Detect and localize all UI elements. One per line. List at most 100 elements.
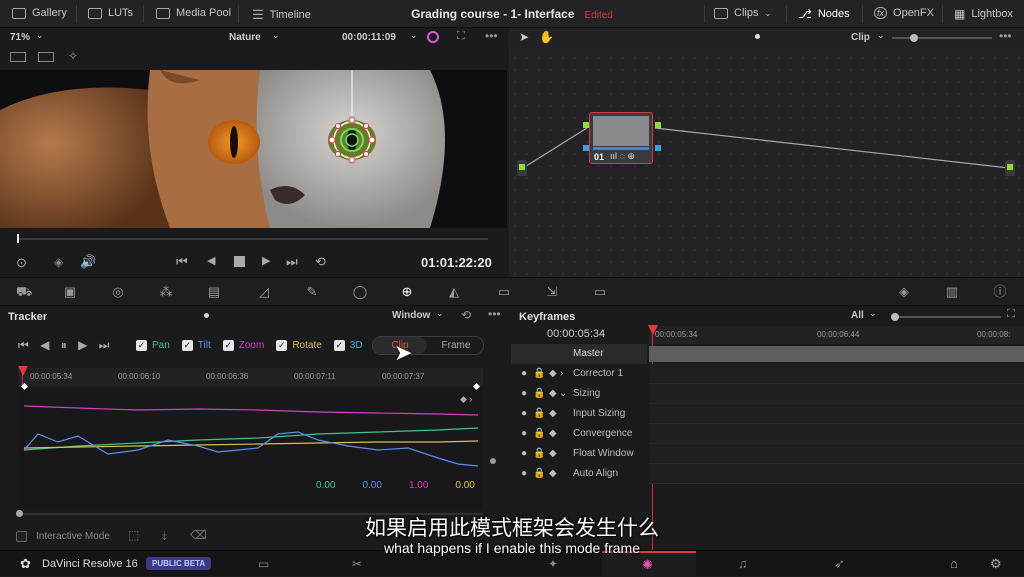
more-options-icon[interactable]: ••• <box>488 307 501 321</box>
rotate-checkbox[interactable]: ✓ Rotate <box>276 340 322 351</box>
window-icon[interactable]: ◯ <box>352 284 368 300</box>
expand-icon[interactable]: ⛶ <box>1007 308 1015 321</box>
keyframe-row[interactable]: ● 🔒 ◆ › Corrector 1 <box>511 364 647 384</box>
lock-icon[interactable]: 🔒 <box>533 408 545 419</box>
clip-name[interactable]: Nature <box>229 32 261 43</box>
keyframe-row[interactable]: ● 🔒 ◆ Auto Align <box>511 464 647 484</box>
node-output-port-icon[interactable] <box>655 122 661 128</box>
reverse-play-icon[interactable]: ◀ <box>207 254 215 267</box>
input-node[interactable] <box>517 160 527 176</box>
node-01[interactable]: 01 ııl ◌ ⊕ <box>589 112 653 164</box>
lock-icon[interactable]: 🔒 <box>533 428 545 439</box>
zoom-checkbox[interactable]: ✓ Zoom <box>222 340 264 351</box>
tracker-mode-select[interactable]: Window <box>392 310 430 321</box>
magic-wand-icon[interactable]: ✧ <box>68 49 78 63</box>
dot-icon: ● <box>521 428 528 439</box>
qualifier-icon[interactable]: ✎ <box>304 284 320 300</box>
3d-icon[interactable]: ▭ <box>592 284 608 300</box>
color-match-icon[interactable]: ▣ <box>62 284 78 300</box>
viewer-scrubber[interactable] <box>18 238 488 240</box>
rgb-mixer-icon[interactable]: ⁂ <box>158 284 174 300</box>
master-row[interactable]: Master <box>511 344 647 364</box>
keyframe-row[interactable]: ● 🔒 ◆ Convergence <box>511 424 647 444</box>
3d-checkbox[interactable]: ✓ 3D <box>333 340 363 351</box>
cut-page-icon[interactable]: ✂ <box>352 557 362 571</box>
lock-icon[interactable]: 🔒 <box>533 448 545 459</box>
node-mode-select[interactable]: Clip <box>851 32 870 43</box>
track-stop-icon[interactable]: ⏸ <box>61 338 67 352</box>
node-zoom-slider[interactable] <box>892 37 992 39</box>
motion-effects-icon[interactable]: ▤ <box>206 284 222 300</box>
graph-zoom-handle[interactable] <box>490 458 496 464</box>
zoom-select[interactable]: 71% <box>10 32 30 43</box>
tracker-graph[interactable]: ◆ › <box>18 388 483 510</box>
deliver-page-icon[interactable]: ➶ <box>834 556 845 572</box>
scrubber-playhead[interactable] <box>17 234 19 243</box>
blur-icon[interactable]: ◭ <box>446 284 462 300</box>
last-frame-icon[interactable]: ⏭ <box>286 254 298 270</box>
track-forward-icon[interactable]: ▶ <box>78 338 87 352</box>
hand-icon[interactable]: ✋ <box>539 30 554 44</box>
keyframe-row[interactable]: ● 🔒 ◆ Input Sizing <box>511 404 647 424</box>
track-reverse-start-icon[interactable]: ⏮ <box>18 338 29 352</box>
node-key-port-icon[interactable] <box>583 145 589 151</box>
fullscreen-icon[interactable]: ⛶ <box>457 30 465 43</box>
node-input-port-icon[interactable] <box>583 122 589 128</box>
key-icon[interactable]: ▭ <box>496 284 512 300</box>
clips-button[interactable]: Clips ⌄ <box>714 7 771 19</box>
tilt-checkbox[interactable]: ✓ Tilt <box>181 340 211 351</box>
curves-icon[interactable]: ◿ <box>256 284 272 300</box>
fusion-page-icon[interactable]: ✦ <box>548 557 558 571</box>
lock-icon[interactable]: 🔒 <box>533 468 545 479</box>
master-track[interactable] <box>649 346 1024 362</box>
stop-icon[interactable] <box>234 256 245 267</box>
loop-icon[interactable]: ⟲ <box>315 254 326 270</box>
pointer-icon[interactable]: ➤ <box>519 30 529 44</box>
split-viewer-icon[interactable] <box>38 52 54 62</box>
keyframe-filter-select[interactable]: All <box>851 310 864 321</box>
pan-checkbox[interactable]: ✓ Pan <box>136 340 170 351</box>
more-options-icon[interactable]: ••• <box>485 29 498 43</box>
lock-icon[interactable]: 🔒 <box>533 368 545 379</box>
scopes-layers-icon[interactable]: ◈ <box>896 284 912 300</box>
keyframe-row[interactable]: ● 🔒 ◆ ⌄ Sizing <box>511 384 647 404</box>
keyframe-zoom-slider[interactable] <box>891 316 1001 318</box>
more-options-icon[interactable]: ••• <box>999 29 1012 43</box>
node-editor[interactable]: ➤ ✋ Clip ⌄ ••• 01 ııl ◌ ⊕ <box>509 28 1024 277</box>
color-wheels-icon[interactable]: ◎ <box>110 284 126 300</box>
viewer-image[interactable] <box>0 70 507 228</box>
lock-icon[interactable]: 🔒 <box>533 388 545 399</box>
keyframe-tracks[interactable] <box>649 364 1024 484</box>
track-forward-end-icon[interactable]: ⏭ <box>99 338 110 352</box>
settings-gear-icon[interactable]: ⚙ <box>990 556 1002 572</box>
color-wheel-icon[interactable] <box>427 31 439 43</box>
play-icon[interactable]: ▶ <box>262 254 270 267</box>
keyframe-row[interactable]: ● 🔒 ◆ Float Window <box>511 444 647 464</box>
chevron-right-icon[interactable]: › <box>560 368 563 379</box>
track-reverse-icon[interactable]: ◀ <box>40 338 49 352</box>
frame-mode-button[interactable]: Frame <box>429 337 483 354</box>
layers-icon[interactable]: ◈ <box>54 255 63 269</box>
chevron-down-icon[interactable]: ⌄ <box>559 388 567 399</box>
zoom-slider-handle[interactable] <box>891 313 899 321</box>
nodes-button[interactable]: ⎇ Nodes <box>798 7 850 21</box>
zoom-slider-handle[interactable] <box>910 34 918 42</box>
node-key-out-port-icon[interactable] <box>655 145 661 151</box>
scopes-icon[interactable]: ▥ <box>944 284 960 300</box>
output-node[interactable] <box>1005 160 1015 176</box>
keyframe-nav-icon[interactable]: ◆ › <box>460 394 472 405</box>
openfx-button[interactable]: fx OpenFX <box>874 7 934 19</box>
camera-raw-icon[interactable]: ⛟ <box>16 284 32 300</box>
tracker-icon[interactable]: ⊕ <box>399 284 415 300</box>
speaker-icon[interactable]: 🔊 <box>80 254 96 270</box>
fairlight-page-icon[interactable]: ♫ <box>738 556 748 571</box>
info-icon[interactable]: ⓘ <box>992 284 1008 300</box>
single-viewer-icon[interactable] <box>10 52 26 62</box>
first-frame-icon[interactable]: ⏮ <box>176 254 188 270</box>
mask-icon[interactable]: ⊙ <box>16 255 27 271</box>
media-page-icon[interactable]: ▭ <box>258 557 269 571</box>
home-icon[interactable]: ⌂ <box>950 556 958 571</box>
lightbox-button[interactable]: ▦ Lightbox <box>954 7 1013 21</box>
sizing-icon[interactable]: ⇲ <box>544 284 560 300</box>
reset-icon[interactable]: ⟲ <box>461 308 471 322</box>
